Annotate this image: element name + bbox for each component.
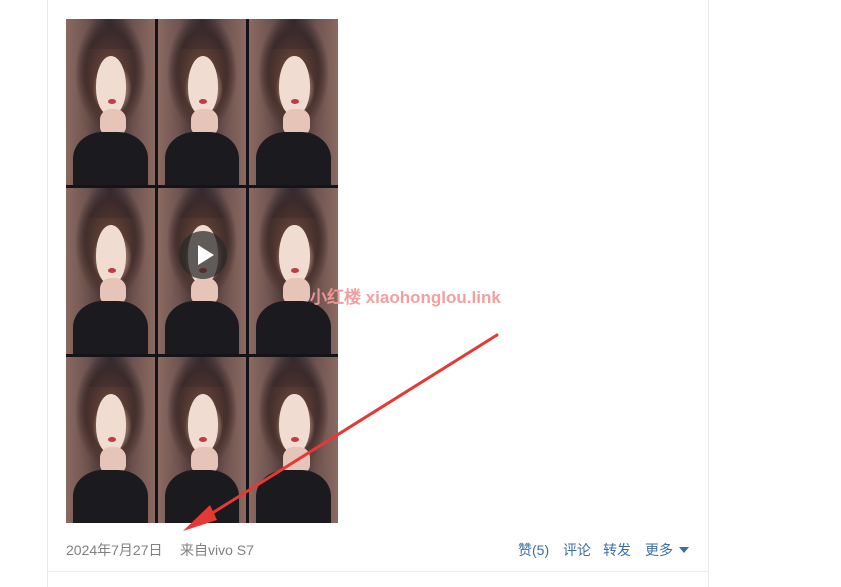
post-source: 来自vivo S7 — [180, 542, 254, 558]
divider — [47, 571, 709, 572]
repost-button[interactable]: 转发 — [603, 541, 631, 559]
photo-tile — [157, 357, 247, 523]
watermark-text: 小红楼 xiaohonglou.link — [310, 288, 501, 307]
photo-tile — [249, 188, 338, 354]
photo-tile — [249, 19, 338, 185]
more-label: 更多 — [645, 542, 673, 558]
more-button[interactable]: 更多 — [645, 541, 689, 559]
video-thumbnail[interactable] — [66, 19, 338, 523]
play-button[interactable] — [179, 231, 227, 279]
photo-tile — [66, 19, 155, 185]
like-button[interactable]: 赞(5) — [518, 541, 549, 559]
photo-tile — [249, 357, 338, 523]
photo-tile — [157, 19, 247, 185]
post-date[interactable]: 2024年7月27日 — [66, 541, 163, 559]
comment-button[interactable]: 评论 — [563, 541, 591, 559]
caret-down-icon — [679, 547, 689, 553]
photo-tile — [66, 357, 155, 523]
play-icon — [198, 245, 214, 265]
photo-tile — [66, 188, 155, 354]
